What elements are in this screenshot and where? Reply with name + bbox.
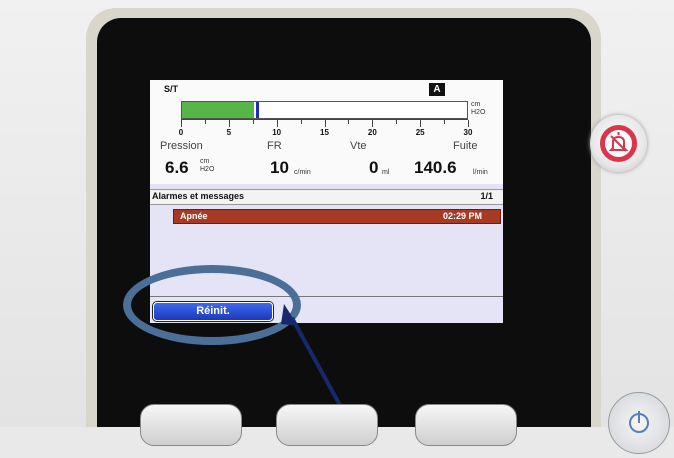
- alarm-mute-ring: [600, 125, 637, 162]
- soft-key-right[interactable]: [415, 404, 517, 446]
- soft-key-middle[interactable]: [276, 404, 378, 446]
- power-button[interactable]: [608, 392, 670, 454]
- alarm-mute-button[interactable]: [590, 115, 647, 172]
- pointer-arrow-head: [281, 304, 298, 326]
- bell-slash-icon: [608, 132, 629, 152]
- pointer-arrow: [281, 304, 354, 427]
- power-icon: [629, 411, 649, 433]
- soft-key-left[interactable]: [140, 404, 242, 446]
